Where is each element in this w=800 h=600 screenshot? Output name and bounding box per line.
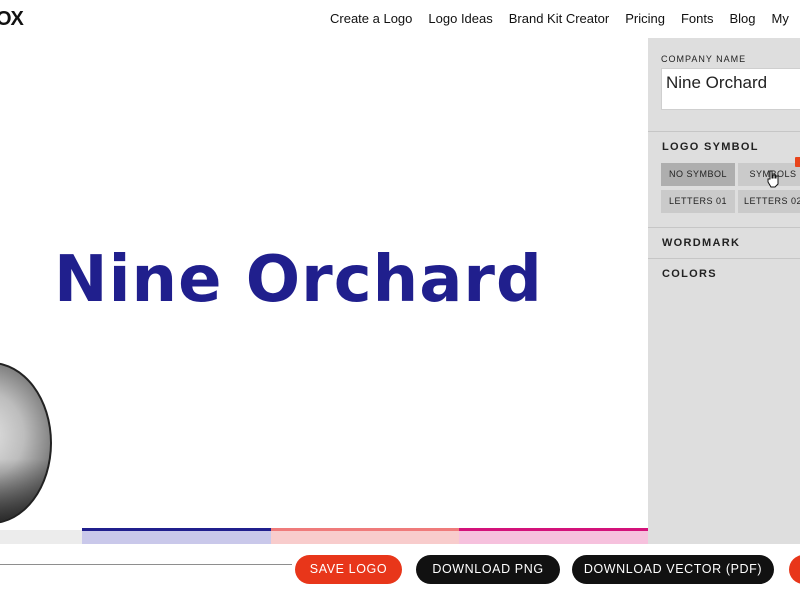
wordmark-title[interactable]: WORDMARK <box>662 237 740 249</box>
nav-brand-kit-creator[interactable]: Brand Kit Creator <box>509 11 609 26</box>
logo-preview-canvas: Nine Orchard <box>0 38 648 530</box>
logo-editor-page: OX Create a Logo Logo Ideas Brand Kit Cr… <box>0 0 800 600</box>
colors-title[interactable]: COLORS <box>662 268 717 280</box>
palette-swatch-1-fill <box>82 531 271 544</box>
bottom-action-bar: SAVE LOGO DOWNLOAD PNG DOWNLOAD VECTOR (… <box>0 544 800 600</box>
editor-side-panel: COMPANY NAME Nine Orchard LOGO SYMBOL NO… <box>648 38 800 600</box>
save-logo-button[interactable]: SAVE LOGO <box>295 555 402 584</box>
logo-symbol-title[interactable]: LOGO SYMBOL <box>662 141 759 153</box>
nav-my-account[interactable]: My <box>771 11 788 26</box>
download-vector-pdf-button[interactable]: DOWNLOAD VECTOR (PDF) <box>572 555 774 584</box>
nav-links: Create a Logo Logo Ideas Brand Kit Creat… <box>330 11 800 26</box>
extra-action-button[interactable] <box>789 555 800 584</box>
palette-swatch-2[interactable] <box>271 528 459 544</box>
company-name-label: COMPANY NAME <box>661 54 747 64</box>
logo-wordmark: Nine Orchard <box>54 243 543 317</box>
palette-swatch-3[interactable] <box>459 528 648 544</box>
colors-section[interactable]: COLORS <box>648 259 800 293</box>
wordmark-section[interactable]: WORDMARK <box>648 228 800 259</box>
new-badge-icon <box>795 157 800 167</box>
symbol-option-letters-01[interactable]: LETTERS 01 <box>661 190 735 213</box>
hand-pointer-icon <box>767 170 779 188</box>
company-name-input[interactable]: Nine Orchard <box>661 68 800 110</box>
palette-swatch-1[interactable] <box>82 528 271 544</box>
nav-pricing[interactable]: Pricing <box>625 11 665 26</box>
company-name-section: COMPANY NAME Nine Orchard <box>648 38 800 132</box>
palette-swatch-2-fill <box>271 531 459 544</box>
avatar-shade <box>0 458 50 522</box>
nav-fonts[interactable]: Fonts <box>681 11 714 26</box>
brand-logo[interactable]: OX <box>0 8 24 31</box>
palette-swatch-3-fill <box>459 531 648 544</box>
download-png-button[interactable]: DOWNLOAD PNG <box>416 555 560 584</box>
bottom-divider-line <box>0 564 292 565</box>
nav-create-a-logo[interactable]: Create a Logo <box>330 11 412 26</box>
nav-logo-ideas[interactable]: Logo Ideas <box>428 11 492 26</box>
symbol-option-no-symbol[interactable]: NO SYMBOL <box>661 163 735 186</box>
symbol-option-letters-02[interactable]: LETTERS 02 <box>738 190 800 213</box>
nav-blog[interactable]: Blog <box>729 11 755 26</box>
top-navigation: OX Create a Logo Logo Ideas Brand Kit Cr… <box>0 0 800 38</box>
